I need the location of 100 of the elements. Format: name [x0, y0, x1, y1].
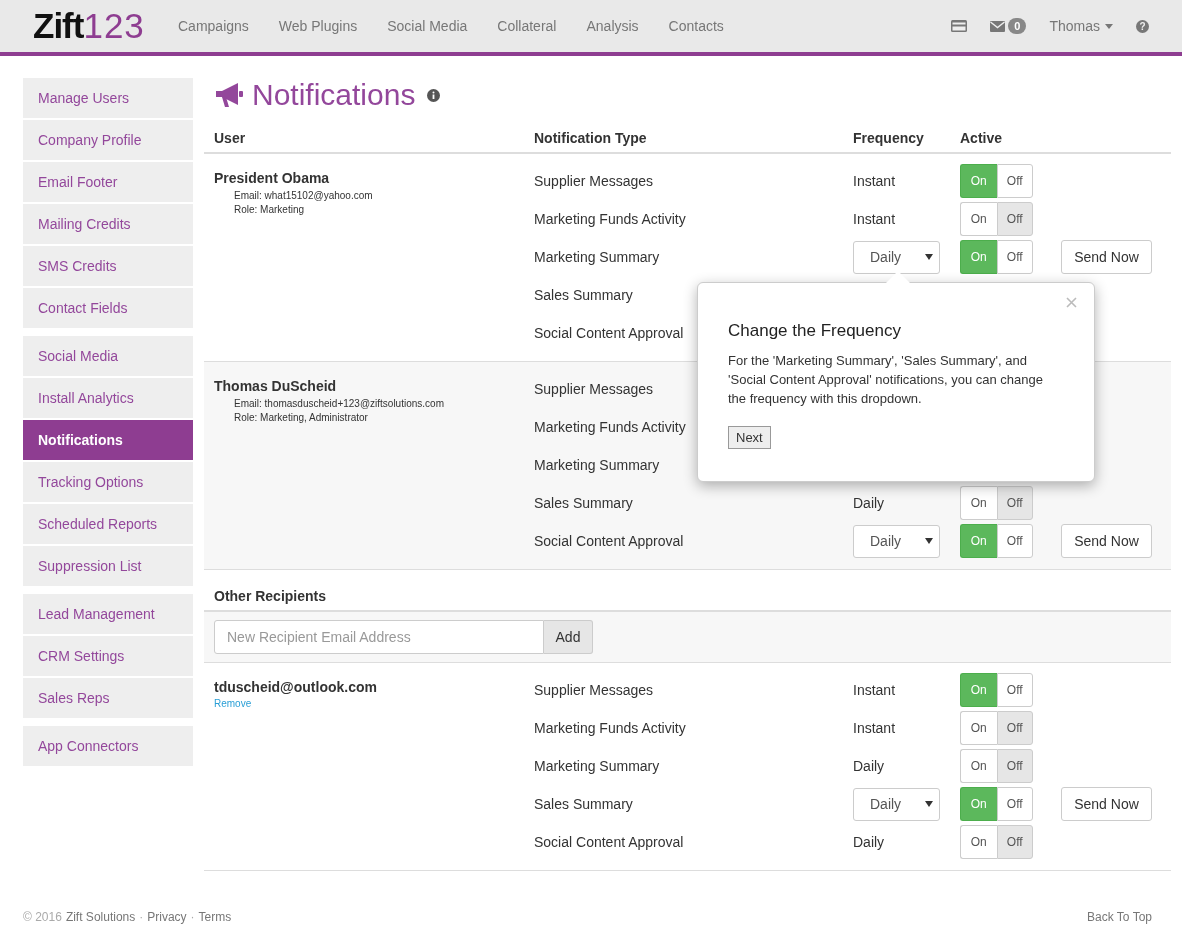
user-email: Email: thomasduscheid+123@ziftsolutions.com: [233, 397, 444, 411]
notification-type: Supplier Messages: [534, 381, 654, 397]
notification-type: Marketing Summary: [534, 457, 660, 473]
sidebar-item[interactable]: Manage Users: [23, 78, 193, 118]
user-menu[interactable]: Thomas: [1049, 18, 1113, 34]
sidebar-item[interactable]: Suppression List: [23, 546, 193, 586]
column-header: Frequency: [853, 130, 925, 146]
nav-link[interactable]: Analysis: [586, 18, 639, 34]
envelope-icon[interactable]: [990, 20, 1006, 32]
sidebar-item[interactable]: Tracking Options: [23, 462, 193, 502]
off-toggle-button[interactable]: Off: [996, 825, 1033, 859]
megaphone-icon: [214, 82, 244, 108]
popover-text: For the 'Marketing Summary', 'Sales Summary', and 'Social Content Approval' notifications, you can change the frequency with this dropdown.: [728, 352, 1044, 408]
nav-link[interactable]: Contacts: [668, 18, 724, 34]
nav-link[interactable]: Campaigns: [178, 18, 249, 34]
caret-icon: [925, 254, 933, 260]
popover-title: Change the Frequency: [728, 321, 902, 341]
on-toggle-button[interactable]: On: [960, 749, 997, 783]
frequency-text: Instant: [853, 211, 896, 227]
recipient-email-field[interactable]: New Recipient Email Address: [214, 620, 544, 654]
notification-type: Marketing Funds Activity: [534, 720, 686, 736]
footer-link[interactable]: Terms: [198, 910, 232, 924]
nav-link[interactable]: Social Media: [387, 18, 468, 34]
notification-type: Sales Summary: [534, 287, 633, 303]
frequency-dropdown[interactable]: Daily: [853, 787, 940, 821]
sidebar-item[interactable]: App Connectors: [23, 726, 193, 766]
frequency-text: Instant: [853, 720, 896, 736]
notification-type: Social Content Approval: [534, 834, 684, 850]
sidebar-item[interactable]: SMS Credits: [23, 246, 193, 286]
sidebar-item[interactable]: Social Media: [23, 336, 193, 376]
on-toggle-button[interactable]: On: [960, 202, 997, 236]
separator: ·: [190, 910, 195, 924]
user-name: President Obama: [214, 170, 330, 186]
sidebar-item[interactable]: Company Profile: [23, 120, 193, 160]
user-role: Role: Marketing, Administrator: [233, 411, 368, 425]
column-header: Active: [960, 130, 1004, 146]
sidebar-item[interactable]: Scheduled Reports: [23, 504, 193, 544]
off-toggle-button[interactable]: Off: [996, 240, 1033, 274]
notification-type: Marketing Funds Activity: [534, 211, 686, 227]
sidebar-item[interactable]: Install Analytics: [23, 378, 193, 418]
notification-type: Sales Summary: [534, 495, 633, 511]
notification-type: Sales Summary: [534, 796, 633, 812]
frequency-dropdown[interactable]: Daily: [853, 524, 940, 558]
sidebar-item[interactable]: Contact Fields: [23, 288, 193, 328]
caret-icon: [925, 801, 933, 807]
nav-link[interactable]: Web Plugins: [278, 18, 358, 34]
off-toggle-button[interactable]: Off: [996, 164, 1033, 198]
frequency-text: Daily: [853, 495, 885, 511]
page-title: Notifications: [252, 78, 416, 112]
off-toggle-button[interactable]: Off: [996, 749, 1033, 783]
off-toggle-button[interactable]: Off: [996, 486, 1033, 520]
frequency-text: Instant: [853, 173, 896, 189]
off-toggle-button[interactable]: Off: [996, 202, 1033, 236]
send-now-button[interactable]: Send Now: [1061, 524, 1152, 558]
user-name: Thomas DuScheid: [214, 378, 337, 394]
copyright-text: © 2016: [23, 910, 62, 924]
sidebar-item[interactable]: CRM Settings: [23, 636, 193, 676]
on-toggle-button[interactable]: On: [960, 825, 997, 859]
frequency-text: Instant: [853, 682, 896, 698]
notification-type: Supplier Messages: [534, 682, 654, 698]
add-button[interactable]: Add: [544, 620, 593, 654]
sidebar-item[interactable]: Email Footer: [23, 162, 193, 202]
off-toggle-button[interactable]: Off: [996, 524, 1033, 558]
notification-type: Supplier Messages: [534, 173, 654, 189]
sidebar-item[interactable]: Mailing Credits: [23, 204, 193, 244]
recipient-email: tduscheid@outlook.com: [214, 679, 377, 695]
back-to-top-link[interactable]: Back To Top: [1087, 910, 1152, 924]
sidebar-item[interactable]: Sales Reps: [23, 678, 193, 718]
section-heading: Other Recipients: [214, 588, 327, 604]
nav-link[interactable]: Collateral: [497, 18, 557, 34]
user-role: Role: Marketing: [233, 203, 305, 217]
frequency-text: Daily: [853, 758, 885, 774]
sidebar-item[interactable]: Lead Management: [23, 594, 193, 634]
message-count-badge: 0: [1008, 18, 1027, 34]
sidebar-item[interactable]: Notifications: [23, 420, 193, 460]
send-now-button[interactable]: Send Now: [1061, 787, 1152, 821]
info-icon[interactable]: [427, 88, 441, 102]
help-icon[interactable]: ?: [1136, 19, 1149, 33]
on-toggle-button[interactable]: On: [960, 711, 997, 745]
notification-type: Marketing Summary: [534, 758, 660, 774]
notification-type: Marketing Summary: [534, 249, 660, 265]
next-button[interactable]: Next: [728, 426, 771, 449]
notification-type: Social Content Approval: [534, 325, 684, 341]
send-now-button[interactable]: Send Now: [1061, 240, 1152, 274]
off-toggle-button[interactable]: Off: [996, 711, 1033, 745]
user-email: Email: what15102@yahoo.com: [233, 189, 373, 203]
credit-card-icon[interactable]: [951, 20, 968, 32]
on-toggle-button[interactable]: On: [960, 486, 997, 520]
notification-type: Social Content Approval: [534, 533, 684, 549]
remove-link[interactable]: Remove: [214, 698, 252, 709]
company-link[interactable]: Zift Solutions: [65, 910, 136, 924]
frequency-text: Daily: [853, 834, 885, 850]
off-toggle-button[interactable]: Off: [996, 673, 1033, 707]
column-header: User: [214, 130, 247, 146]
caret-icon: [1105, 23, 1113, 29]
notification-type: Marketing Funds Activity: [534, 419, 686, 435]
off-toggle-button[interactable]: Off: [996, 787, 1033, 821]
separator: ·: [139, 910, 144, 924]
footer-link[interactable]: Privacy: [147, 910, 187, 924]
logo[interactable]: Zift123: [33, 6, 178, 46]
